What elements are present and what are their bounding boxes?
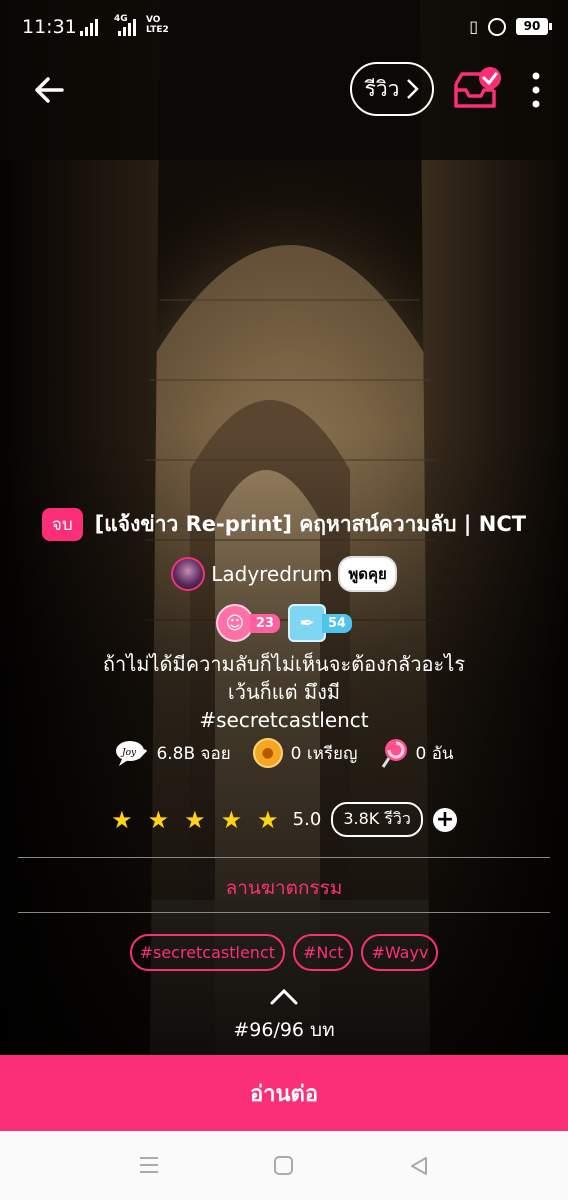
back-arrow-icon[interactable] xyxy=(30,70,70,110)
genre-link[interactable]: ลานฆาตกรรม xyxy=(0,873,568,903)
lollipop-stat: 0 อัน xyxy=(380,738,454,768)
description-line-2: เว้นก็แต่ มึงมี xyxy=(227,680,341,704)
coin-icon: ● xyxy=(252,738,283,768)
system-nav-bar xyxy=(0,1131,568,1200)
author-row: Ladyredrum พูดคุย xyxy=(0,556,568,592)
title-row: จบ [แจ้งข่าว Re-print] คฤหาสน์ความลับ | … xyxy=(0,508,568,541)
back-nav-icon[interactable] xyxy=(408,1155,430,1177)
joy-stat: Joy 6.8B จอย xyxy=(114,738,231,768)
chevron-up-icon[interactable] xyxy=(268,986,300,1008)
author-name[interactable]: Ladyredrum xyxy=(211,562,332,586)
divider xyxy=(18,912,550,913)
joy-icon: Joy xyxy=(116,741,148,766)
chat-button[interactable]: พูดคุย xyxy=(338,556,397,592)
author-badges: ☺ 23 ✒ 54 xyxy=(0,604,568,642)
description-line-3: #secretcastlenct xyxy=(199,708,369,732)
writer-badge[interactable]: ✒ 54 xyxy=(288,604,353,642)
rating-value: 5.0 xyxy=(292,809,322,830)
episode-count: #96/96 บท xyxy=(233,1019,335,1041)
tag-wayv[interactable]: #Wayv xyxy=(361,934,439,971)
review-button[interactable]: รีวิว xyxy=(350,62,434,116)
review-button-label: รีวิว xyxy=(364,76,400,101)
tag-secretcastlenct[interactable]: #secretcastlenct xyxy=(129,934,286,971)
star-rating: ★ ★ ★ ★ ★ xyxy=(111,806,279,834)
level-badge-count: 23 xyxy=(249,613,280,633)
divider xyxy=(18,857,550,858)
signal-icon xyxy=(80,19,98,36)
signal-icon-2 xyxy=(118,19,136,36)
status-bar: 11:31 4G VO LTE2 ▯ 90 xyxy=(0,0,568,58)
library-added-icon[interactable] xyxy=(452,66,504,112)
joy-count: 6.8B จอย xyxy=(156,743,231,764)
star-icon: ★ xyxy=(147,805,170,834)
battery-icon: 90 xyxy=(516,18,552,35)
writer-badge-count: 54 xyxy=(322,613,353,633)
story-title: [แจ้งข่าว Re-print] คฤหาสน์ความลับ | NCT xyxy=(94,512,527,536)
volte-indicator: VO LTE2 xyxy=(146,15,169,35)
review-count-button[interactable]: 3.8K รีวิว xyxy=(331,802,423,837)
add-review-icon[interactable]: + xyxy=(432,807,457,832)
chevron-right-icon xyxy=(407,79,420,99)
coin-count: 0 เหรียญ xyxy=(290,743,358,764)
author-avatar[interactable] xyxy=(171,557,206,591)
continue-reading-button[interactable]: อ่านต่อ xyxy=(0,1055,568,1131)
completed-badge: จบ xyxy=(41,508,83,541)
svg-text:Joy: Joy xyxy=(120,748,137,758)
coin-stat: ● 0 เหรียญ xyxy=(252,738,358,768)
story-description: ถ้าไม่ได้มีความลับก็ไม่เห็นจะต้องกลัวอะไ… xyxy=(0,650,568,734)
alarm-icon xyxy=(488,17,506,36)
star-icon: ★ xyxy=(184,805,206,834)
recent-apps-icon[interactable] xyxy=(138,1155,160,1175)
story-stats: Joy 6.8B จอย ● 0 เหรียญ 0 อัน xyxy=(0,738,568,768)
quill-icon: ✒ xyxy=(288,604,326,642)
tag-list: #secretcastlenct #Nct #Wayv xyxy=(0,934,568,971)
star-icon: ★ xyxy=(257,805,279,834)
rating-row: ★ ★ ★ ★ ★ 5.0 3.8K รีวิว + xyxy=(0,802,568,837)
tag-nct[interactable]: #Nct xyxy=(293,934,354,971)
home-icon[interactable] xyxy=(273,1155,295,1177)
status-time: 11:31 xyxy=(22,16,77,38)
lollipop-icon xyxy=(381,739,407,768)
lollipop-count: 0 อัน xyxy=(415,743,454,764)
more-vertical-icon[interactable] xyxy=(528,70,544,110)
vibrate-icon: ▯ xyxy=(469,17,478,36)
star-icon: ★ xyxy=(111,805,133,834)
level-badge[interactable]: ☺ 23 xyxy=(215,604,280,642)
star-icon: ★ xyxy=(220,805,243,834)
smile-icon: ☺ xyxy=(215,604,254,642)
description-line-1: ถ้าไม่ได้มีความลับก็ไม่เห็นจะต้องกลัวอะไ… xyxy=(102,652,466,676)
